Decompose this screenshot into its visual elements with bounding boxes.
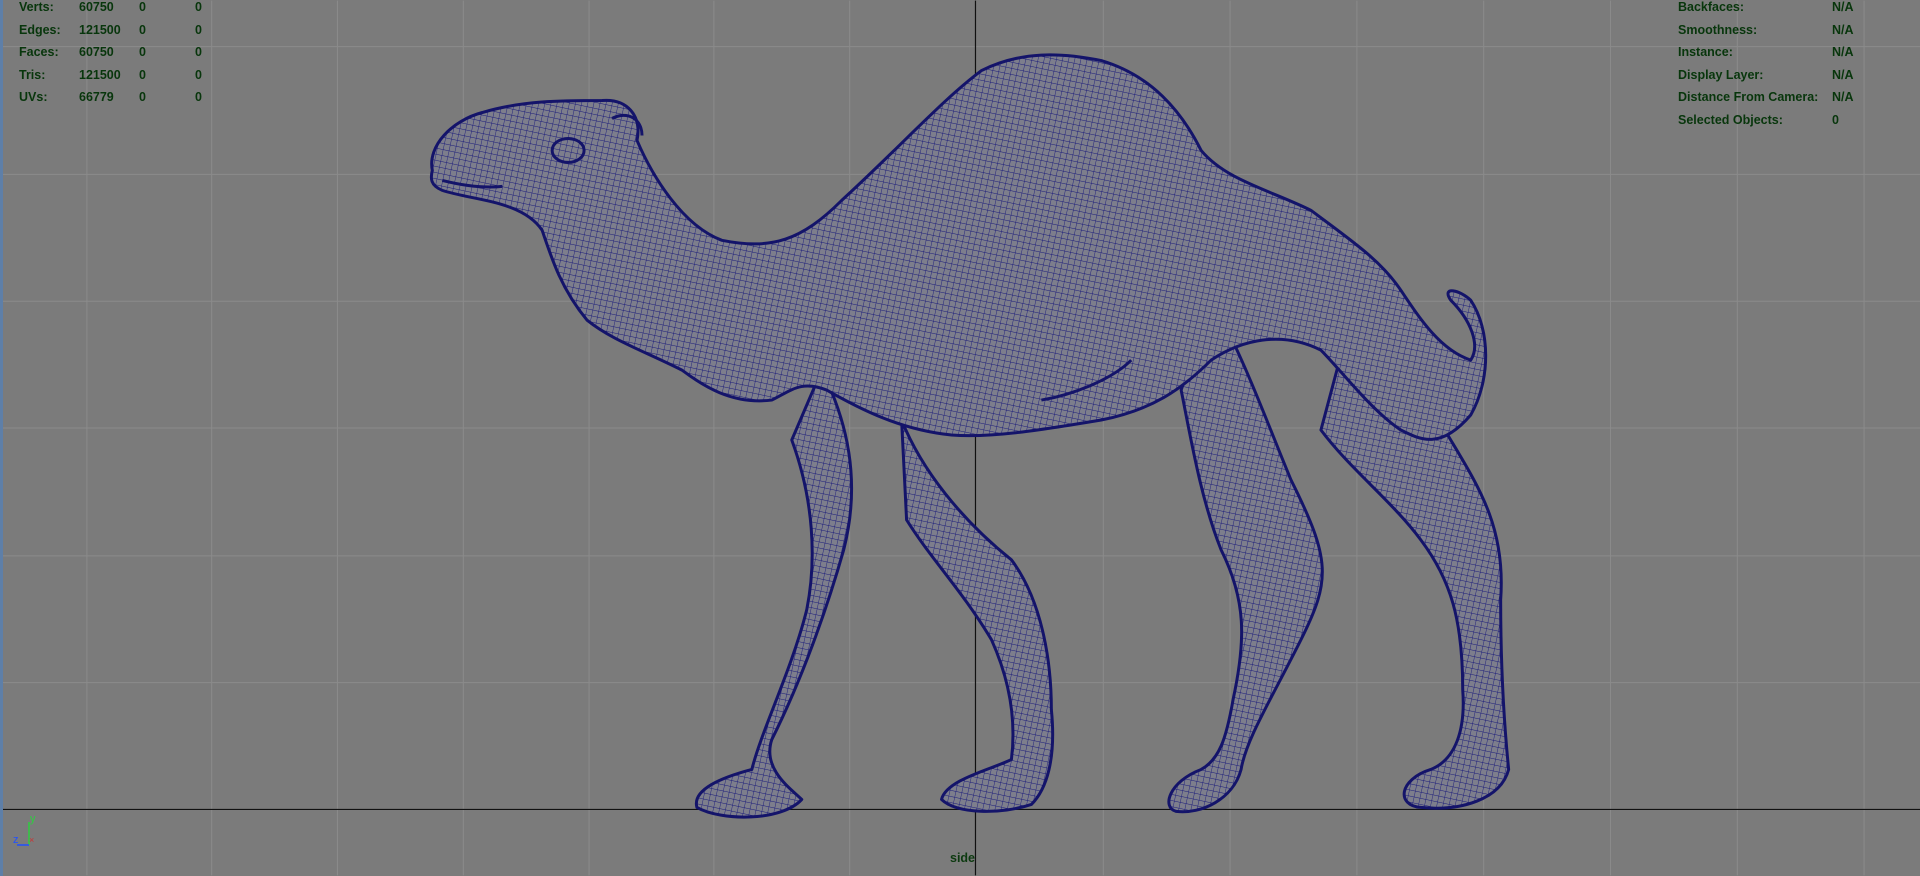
hud-value: 0 bbox=[195, 67, 202, 82]
hud-value: N/A bbox=[1832, 0, 1854, 14]
hud-value: 60750 bbox=[79, 0, 114, 14]
hud-value: 0 bbox=[195, 0, 202, 14]
hud-value: 0 bbox=[139, 90, 146, 105]
hud-label: Tris: bbox=[19, 67, 46, 82]
hud-value: 0 bbox=[195, 45, 202, 60]
hud-value: 121500 bbox=[79, 22, 121, 37]
hud-label: Selected Objects: bbox=[1678, 112, 1783, 127]
hud-row-verts: Verts: 60750 0 0 bbox=[19, 0, 215, 19]
object-details-hud: Backfaces: N/A Smoothness: N/A Instance:… bbox=[1678, 0, 1854, 132]
hud-row-selected-objects: Selected Objects: 0 bbox=[1678, 109, 1854, 132]
hud-label: Distance From Camera: bbox=[1678, 90, 1819, 105]
hud-label: Faces: bbox=[19, 45, 59, 60]
axis-y-label: y bbox=[30, 813, 36, 825]
camera-name-label: side bbox=[950, 851, 976, 865]
hud-row-edges: Edges: 121500 0 0 bbox=[19, 19, 215, 42]
hud-value: N/A bbox=[1832, 22, 1854, 37]
hud-value: 0 bbox=[1832, 112, 1839, 127]
camel-wireframe-mesh[interactable] bbox=[3, 0, 1920, 876]
hud-value: 0 bbox=[139, 67, 146, 82]
hud-value: 0 bbox=[139, 0, 146, 14]
hud-label: Instance: bbox=[1678, 45, 1733, 60]
hud-value: N/A bbox=[1832, 90, 1854, 105]
hud-row-uvs: UVs: 66779 0 0 bbox=[19, 86, 215, 109]
hud-label: Backfaces: bbox=[1678, 0, 1745, 14]
hud-label: Verts: bbox=[19, 0, 54, 14]
hud-value: N/A bbox=[1832, 67, 1854, 82]
hud-row-faces: Faces: 60750 0 0 bbox=[19, 41, 215, 64]
hud-value: 121500 bbox=[79, 67, 121, 82]
hud-row-backfaces: Backfaces: N/A bbox=[1678, 0, 1854, 19]
hud-row-instance: Instance: N/A bbox=[1678, 41, 1854, 64]
hud-label: Smoothness: bbox=[1678, 22, 1758, 37]
hud-label: Edges: bbox=[19, 22, 61, 37]
hud-value: 66779 bbox=[79, 90, 114, 105]
hud-label: Display Layer: bbox=[1678, 67, 1764, 82]
side-viewport[interactable]: Verts: 60750 0 0 Edges: 121500 0 0 Faces… bbox=[0, 0, 1920, 876]
hud-row-distance-from-camera: Distance From Camera: N/A bbox=[1678, 86, 1854, 109]
axis-gizmo-icon: y z × bbox=[13, 813, 36, 846]
hud-row-tris: Tris: 121500 0 0 bbox=[19, 64, 215, 87]
poly-count-hud: Verts: 60750 0 0 Edges: 121500 0 0 Faces… bbox=[19, 0, 215, 109]
hud-value: 0 bbox=[139, 45, 146, 60]
hud-value: 60750 bbox=[79, 45, 114, 60]
hud-value: N/A bbox=[1832, 45, 1854, 60]
axis-x-marker-icon: × bbox=[29, 835, 34, 845]
hud-row-display-layer: Display Layer: N/A bbox=[1678, 64, 1854, 87]
hud-row-smoothness: Smoothness: N/A bbox=[1678, 19, 1854, 42]
hud-value: 0 bbox=[195, 90, 202, 105]
hud-value: 0 bbox=[195, 22, 202, 37]
axis-z-label: z bbox=[13, 834, 19, 846]
hud-label: UVs: bbox=[19, 90, 48, 105]
hud-value: 0 bbox=[139, 22, 146, 37]
